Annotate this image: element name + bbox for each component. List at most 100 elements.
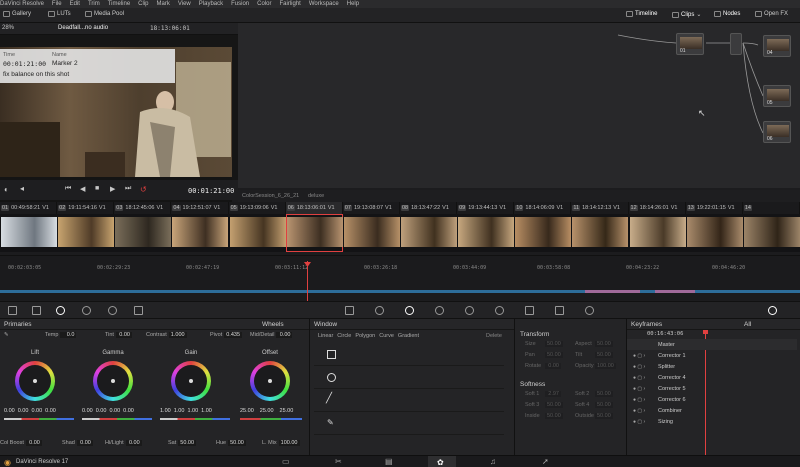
window-row-linear[interactable] xyxy=(314,344,504,366)
softness-field[interactable]: Soft 4 50.00 xyxy=(575,402,613,408)
keyframes-filter[interactable]: All xyxy=(744,321,751,328)
splitter-node[interactable] xyxy=(730,33,742,55)
nodes-button[interactable]: Nodes xyxy=(714,11,740,17)
play-reverse-icon[interactable]: ◀ xyxy=(80,185,85,193)
polygon-tool[interactable]: Polygon xyxy=(355,333,375,339)
softness-field[interactable]: Inside 50.00 xyxy=(525,413,563,419)
key-icon[interactable] xyxy=(525,306,534,315)
clip-thumbnail[interactable] xyxy=(629,214,686,252)
clip-thumbnail[interactable] xyxy=(0,214,58,252)
marker-overlay[interactable]: Time 00:01:21:00 Name Marker 2 fix balan… xyxy=(0,49,175,83)
menu-item[interactable]: Timeline xyxy=(108,0,130,8)
transform-field[interactable]: Tilt 50.00 xyxy=(575,352,613,358)
hilight-field[interactable]: 0.00 xyxy=(125,440,142,446)
clip-thumbnail[interactable] xyxy=(229,214,286,252)
clip-header[interactable]: 03 18:12:45:06 V1 xyxy=(114,202,172,214)
contrast-field[interactable]: 1.000 xyxy=(168,332,187,338)
window-icon[interactable] xyxy=(405,306,414,315)
keyframe-toggle-icon[interactable]: ● ▢ › xyxy=(633,386,655,392)
keyframe-row[interactable]: ● ▢ › Combiner xyxy=(627,405,797,416)
sat-field[interactable]: 50.00 xyxy=(178,440,197,446)
clip-header[interactable]: 02 19:11:54:16 V1 xyxy=(57,202,115,214)
menu-item[interactable]: Fusion xyxy=(231,0,249,8)
keyframe-row[interactable]: ● ▢ › Splitter xyxy=(627,361,797,372)
gamma-wheel[interactable] xyxy=(93,361,133,401)
lift-wheel[interactable] xyxy=(15,361,55,401)
clip-thumbnail[interactable] xyxy=(571,214,629,252)
menu-item[interactable]: Playback xyxy=(199,0,223,8)
gain-wheel[interactable] xyxy=(171,361,211,401)
keyframe-playhead-handle[interactable] xyxy=(703,330,708,334)
clip-header[interactable]: 10 18:14:06:09 V1 xyxy=(514,202,572,214)
window-row-circle[interactable] xyxy=(314,367,504,389)
auto-balance-icon[interactable]: ✎ xyxy=(4,332,9,338)
menu-item[interactable]: Edit xyxy=(70,0,80,8)
delete-button[interactable]: Delete xyxy=(486,333,502,339)
gallery-button[interactable]: Gallery xyxy=(3,11,31,17)
pivot-field[interactable]: 0.435 xyxy=(224,332,242,338)
curves-icon[interactable] xyxy=(345,306,354,315)
clip-header[interactable]: 06 18:13:06:01 V1 xyxy=(285,202,343,214)
clip-thumbnail[interactable] xyxy=(457,214,515,252)
play-icon[interactable]: ▶ xyxy=(110,185,115,193)
transform-field[interactable]: Pan 50.00 xyxy=(525,352,563,358)
col-boost-field[interactable]: 0.00 xyxy=(25,440,42,446)
linear-tool[interactable]: Linear xyxy=(318,333,333,339)
softness-field[interactable]: Soft 2 50.00 xyxy=(575,391,613,397)
clips-button[interactable]: Clips ⌄ xyxy=(672,11,701,18)
clip-thumbnail[interactable] xyxy=(114,214,172,252)
menu-item[interactable]: Clip xyxy=(138,0,148,8)
lmix-field[interactable]: 100.00 xyxy=(278,440,300,446)
timeline-button[interactable]: Timeline xyxy=(626,11,657,17)
volume-icon[interactable]: ◂ xyxy=(20,184,24,193)
window-row-curve[interactable]: ╱ xyxy=(314,390,504,412)
keyframe-toggle-icon[interactable]: ● ▢ › xyxy=(633,397,655,403)
luts-button[interactable]: LUTs xyxy=(48,11,71,17)
loop-icon[interactable]: ↺ xyxy=(140,185,147,194)
clip-thumbnail[interactable] xyxy=(171,214,229,252)
clip-thumbnail[interactable] xyxy=(285,214,343,252)
clip-header[interactable]: 09 19:13:44:13 V1 xyxy=(457,202,515,214)
3d-icon[interactable] xyxy=(585,306,594,315)
rgb-mixer-icon[interactable] xyxy=(108,306,117,315)
clip-thumbnail[interactable] xyxy=(686,214,743,252)
menu-item[interactable]: DaVinci Resolve xyxy=(0,0,44,8)
stop-icon[interactable]: ■ xyxy=(95,185,99,192)
cut-page-icon[interactable]: ✂ xyxy=(335,458,345,466)
keyframe-toggle-icon[interactable]: ● ▢ › xyxy=(633,375,655,381)
color-wheels-icon[interactable] xyxy=(56,306,65,315)
clip-header[interactable]: 04 19:12:51:07 V1 xyxy=(171,202,229,214)
clip-thumbnail[interactable] xyxy=(57,214,115,252)
wheels-mode-select[interactable]: Wheels xyxy=(262,321,284,328)
keyframe-row[interactable]: ● ▢ › Corrector 5 xyxy=(627,383,797,394)
clip-thumbnail[interactable] xyxy=(343,214,400,252)
fairlight-page-icon[interactable]: ♫ xyxy=(490,458,500,466)
clip-header[interactable]: 13 19:22:01:15 V1 xyxy=(686,202,743,214)
clip-thumbnail[interactable] xyxy=(400,214,458,252)
menu-item[interactable]: Fairlight xyxy=(279,0,300,8)
transform-field[interactable]: Aspect 50.00 xyxy=(575,341,613,347)
node-05[interactable]: 05 xyxy=(763,85,791,107)
skip-forward-icon[interactable]: ⏭ xyxy=(125,185,131,193)
clip-header[interactable]: 05 19:13:09:06 V1 xyxy=(229,202,286,214)
clip-thumbnail[interactable] xyxy=(743,214,800,252)
transform-field[interactable]: Opacity 100.00 xyxy=(575,363,616,369)
media-pool-button[interactable]: Media Pool xyxy=(85,11,124,17)
keyframe-toggle-icon[interactable]: ● ▢ › xyxy=(633,408,655,414)
skip-back-icon[interactable]: ⏮ xyxy=(65,185,71,193)
clip-header[interactable]: 14 xyxy=(743,202,800,214)
viewer[interactable]: Time 00:01:21:00 Name Marker 2 fix balan… xyxy=(0,35,238,207)
menu-item[interactable]: View xyxy=(178,0,191,8)
gradient-tool[interactable]: Gradient xyxy=(398,333,419,339)
motion-effects-icon[interactable] xyxy=(134,306,143,315)
softness-field[interactable]: Soft 3 50.00 xyxy=(525,402,563,408)
magic-mask-icon[interactable] xyxy=(465,306,474,315)
tint-field[interactable]: 0.00 xyxy=(115,332,132,338)
mini-timeline[interactable]: 00:02:03:05 00:02:29:23 00:02:47:19 00:0… xyxy=(0,255,800,301)
color-match-icon[interactable] xyxy=(32,306,41,315)
node-graph[interactable]: 01 04 05 06 ↖ xyxy=(238,23,800,188)
transform-field[interactable]: Rotate 0.00 xyxy=(525,363,561,369)
clip-header[interactable]: 07 19:13:08:07 V1 xyxy=(343,202,400,214)
keyframe-row[interactable]: ● ▢ › Corrector 6 xyxy=(627,394,797,405)
edit-page-icon[interactable]: ▤ xyxy=(385,458,395,466)
